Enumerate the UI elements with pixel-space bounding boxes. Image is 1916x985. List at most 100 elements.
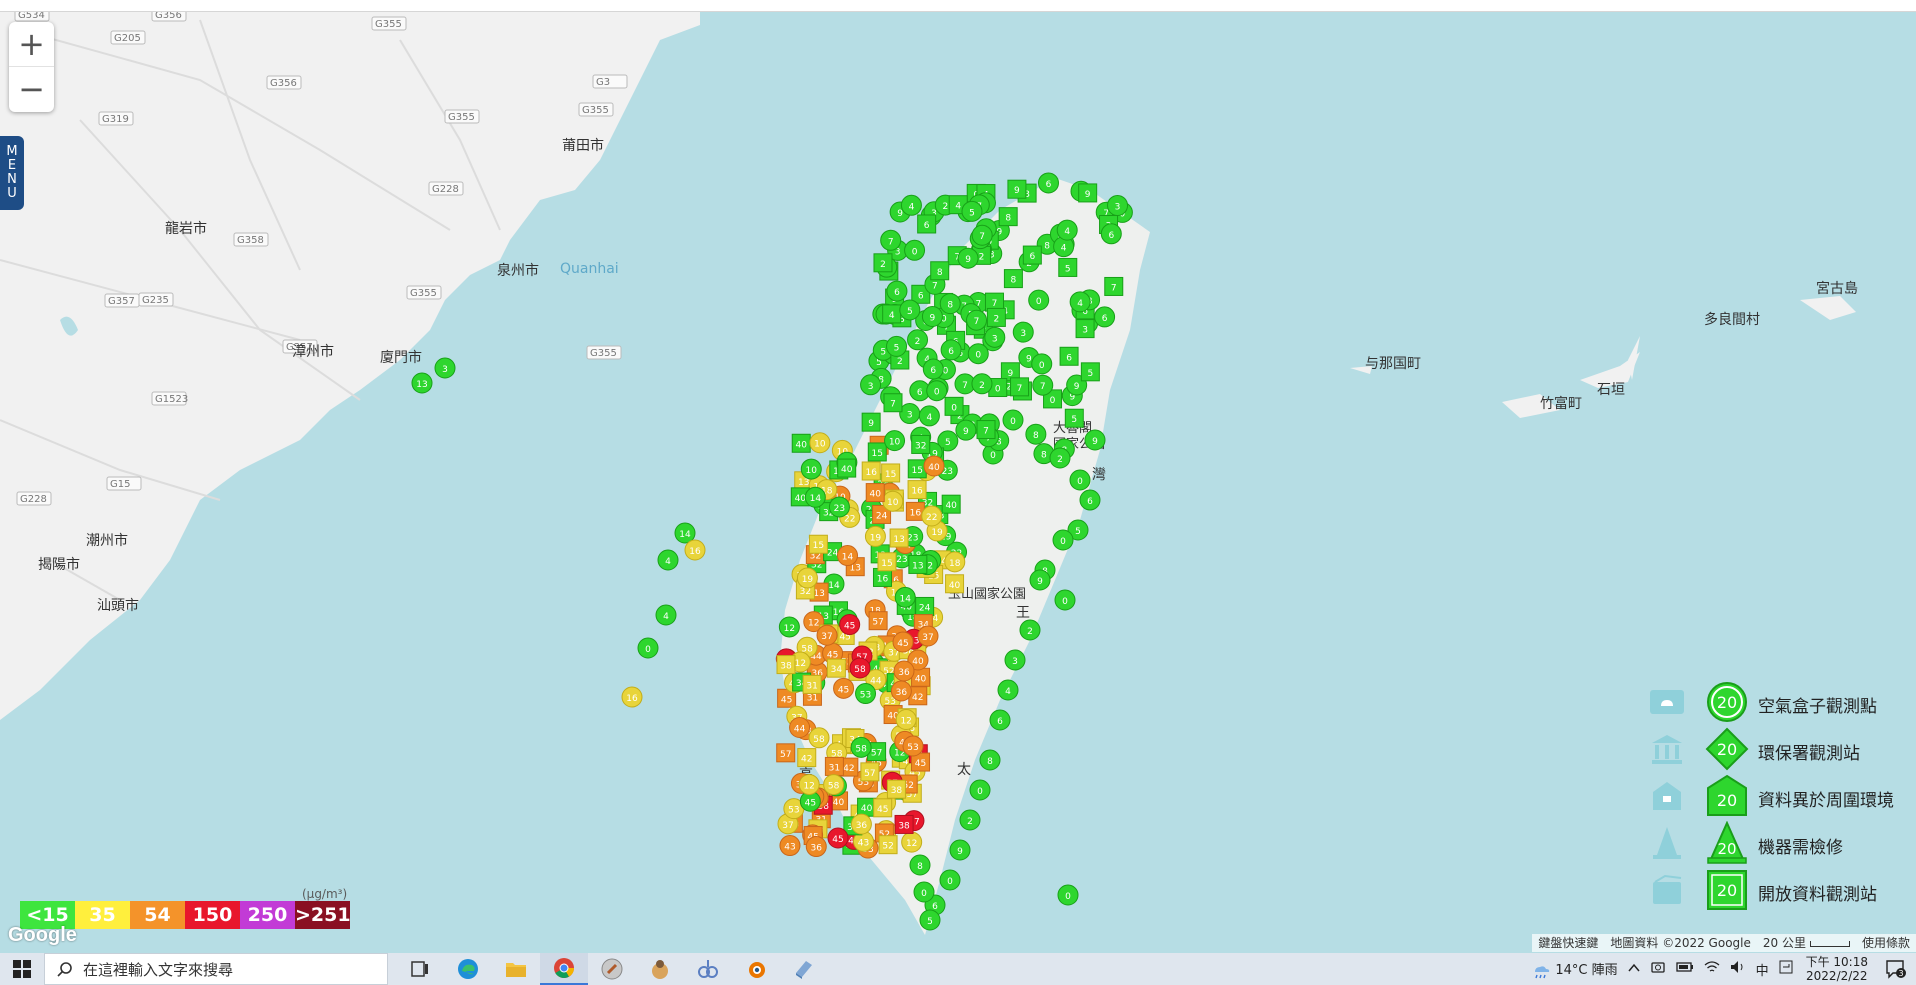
ime-indicator[interactable]: 中: [1751, 960, 1774, 979]
station-marker[interactable]: 0: [1069, 469, 1091, 491]
station-marker[interactable]: 16: [684, 539, 706, 561]
station-marker[interactable]: 4: [657, 549, 679, 571]
station-marker[interactable]: 0: [1028, 289, 1050, 311]
station-marker[interactable]: 40: [945, 574, 965, 594]
menu-button[interactable]: M E N U: [0, 136, 24, 210]
station-marker[interactable]: 0: [939, 869, 961, 891]
station-marker[interactable]: 2: [1019, 619, 1041, 641]
station-marker[interactable]: 6: [1059, 346, 1079, 366]
station-marker[interactable]: 57: [868, 611, 888, 631]
blender-app-button[interactable]: [732, 953, 780, 985]
station-marker[interactable]: 53: [855, 683, 877, 705]
station-marker[interactable]: 4: [1056, 219, 1078, 241]
station-marker[interactable]: 32: [911, 434, 931, 454]
station-marker[interactable]: 6: [1037, 172, 1059, 194]
station-marker[interactable]: 2: [971, 373, 993, 395]
map-canvas[interactable]: G534 G356G355G205G3G356G319G355G358G235G3…: [0, 0, 1916, 985]
station-marker[interactable]: 16: [861, 461, 881, 481]
station-marker[interactable]: 58: [850, 736, 872, 758]
station-marker[interactable]: 0: [926, 380, 948, 402]
start-button[interactable]: [0, 953, 44, 985]
station-marker[interactable]: 4: [997, 679, 1019, 701]
station-marker[interactable]: 10: [882, 490, 904, 512]
station-marker[interactable]: 5: [1064, 408, 1084, 428]
taskbar-search-input[interactable]: 在這裡輸入文字來搜尋: [44, 953, 388, 985]
station-marker[interactable]: 6: [940, 339, 962, 361]
station-marker[interactable]: 10: [884, 430, 906, 452]
station-marker[interactable]: 4: [918, 405, 940, 427]
tray-app-icon[interactable]: [1645, 959, 1671, 979]
zoom-in-button[interactable]: +: [9, 22, 54, 67]
station-marker[interactable]: 2: [873, 253, 893, 273]
station-marker[interactable]: 9: [921, 306, 943, 328]
station-marker[interactable]: 15: [808, 534, 828, 554]
station-marker[interactable]: 9: [1078, 183, 1098, 203]
station-marker[interactable]: 0: [1031, 353, 1053, 375]
map-viewport[interactable]: G534 G356 G355 G205 G3 G356 G319 G355 G358 G235 G3…: [0, 0, 1916, 985]
station-marker[interactable]: 40: [941, 494, 961, 514]
network-button[interactable]: [1699, 960, 1725, 978]
station-marker[interactable]: 6: [917, 214, 937, 234]
station-marker[interactable]: 8: [909, 854, 931, 876]
station-marker[interactable]: 40: [837, 458, 857, 478]
station-marker[interactable]: 45: [873, 798, 893, 818]
station-marker[interactable]: 23: [828, 496, 850, 518]
station-marker[interactable]: 0: [1057, 884, 1079, 906]
notification-button[interactable]: 3: [1876, 953, 1916, 985]
station-marker[interactable]: 0: [637, 637, 659, 659]
station-marker[interactable]: 31: [824, 756, 844, 776]
station-marker[interactable]: 42: [797, 748, 817, 768]
station-marker[interactable]: 58: [849, 657, 871, 679]
station-marker[interactable]: 16: [907, 480, 927, 500]
station-marker[interactable]: 45: [839, 614, 861, 636]
station-marker[interactable]: 0: [967, 343, 989, 365]
station-marker[interactable]: 13: [411, 372, 433, 394]
station-marker[interactable]: 15: [867, 442, 887, 462]
station-marker[interactable]: 6: [1094, 306, 1116, 328]
station-marker[interactable]: 18: [944, 551, 966, 573]
station-marker[interactable]: 2: [1049, 447, 1071, 469]
station-marker[interactable]: 22: [921, 505, 943, 527]
station-marker[interactable]: 12: [901, 831, 923, 853]
station-marker[interactable]: 6: [989, 709, 1011, 731]
station-marker[interactable]: 52: [878, 835, 898, 855]
volume-button[interactable]: [1725, 960, 1751, 978]
station-marker[interactable]: 9: [949, 839, 971, 861]
ime-mode-button[interactable]: [1774, 960, 1798, 978]
station-marker[interactable]: 0: [913, 881, 935, 903]
station-marker[interactable]: 40: [791, 433, 811, 453]
station-marker[interactable]: 9: [1084, 429, 1106, 451]
station-marker[interactable]: 2: [907, 329, 929, 351]
station-marker[interactable]: 6: [1079, 489, 1101, 511]
station-marker[interactable]: 8: [998, 207, 1018, 227]
station-marker[interactable]: 44: [789, 717, 811, 739]
station-marker[interactable]: 45: [833, 677, 855, 699]
station-marker[interactable]: 12: [778, 616, 800, 638]
station-marker[interactable]: 15: [877, 552, 897, 572]
station-marker[interactable]: 9: [955, 419, 977, 441]
station-marker[interactable]: 5: [886, 335, 908, 357]
station-marker[interactable]: 3: [860, 374, 882, 396]
battery-button[interactable]: [1671, 961, 1699, 977]
station-marker[interactable]: 45: [892, 631, 914, 653]
station-marker[interactable]: 15: [907, 459, 927, 479]
station-marker[interactable]: 10: [800, 458, 822, 480]
station-marker[interactable]: 5: [961, 200, 983, 222]
station-marker[interactable]: 3: [984, 326, 1006, 348]
station-marker[interactable]: 4: [1069, 291, 1091, 313]
station-marker[interactable]: 57: [860, 762, 880, 782]
station-marker[interactable]: 9: [861, 412, 881, 432]
station-marker[interactable]: 36: [890, 680, 912, 702]
station-marker[interactable]: 7: [1104, 276, 1124, 296]
station-marker[interactable]: 3: [1107, 194, 1129, 216]
station-marker[interactable]: 7: [1010, 377, 1030, 397]
keyboard-shortcuts-link[interactable]: 鍵盤快速鍵: [1532, 934, 1604, 952]
station-marker[interactable]: 12: [895, 708, 917, 730]
station-marker[interactable]: 0: [1054, 589, 1076, 611]
app-button[interactable]: [684, 953, 732, 985]
station-marker[interactable]: 7: [883, 393, 903, 413]
station-marker[interactable]: 4: [900, 194, 922, 216]
station-marker[interactable]: 9: [957, 247, 979, 269]
station-marker[interactable]: 12: [798, 773, 820, 795]
station-marker[interactable]: 5: [1080, 362, 1100, 382]
